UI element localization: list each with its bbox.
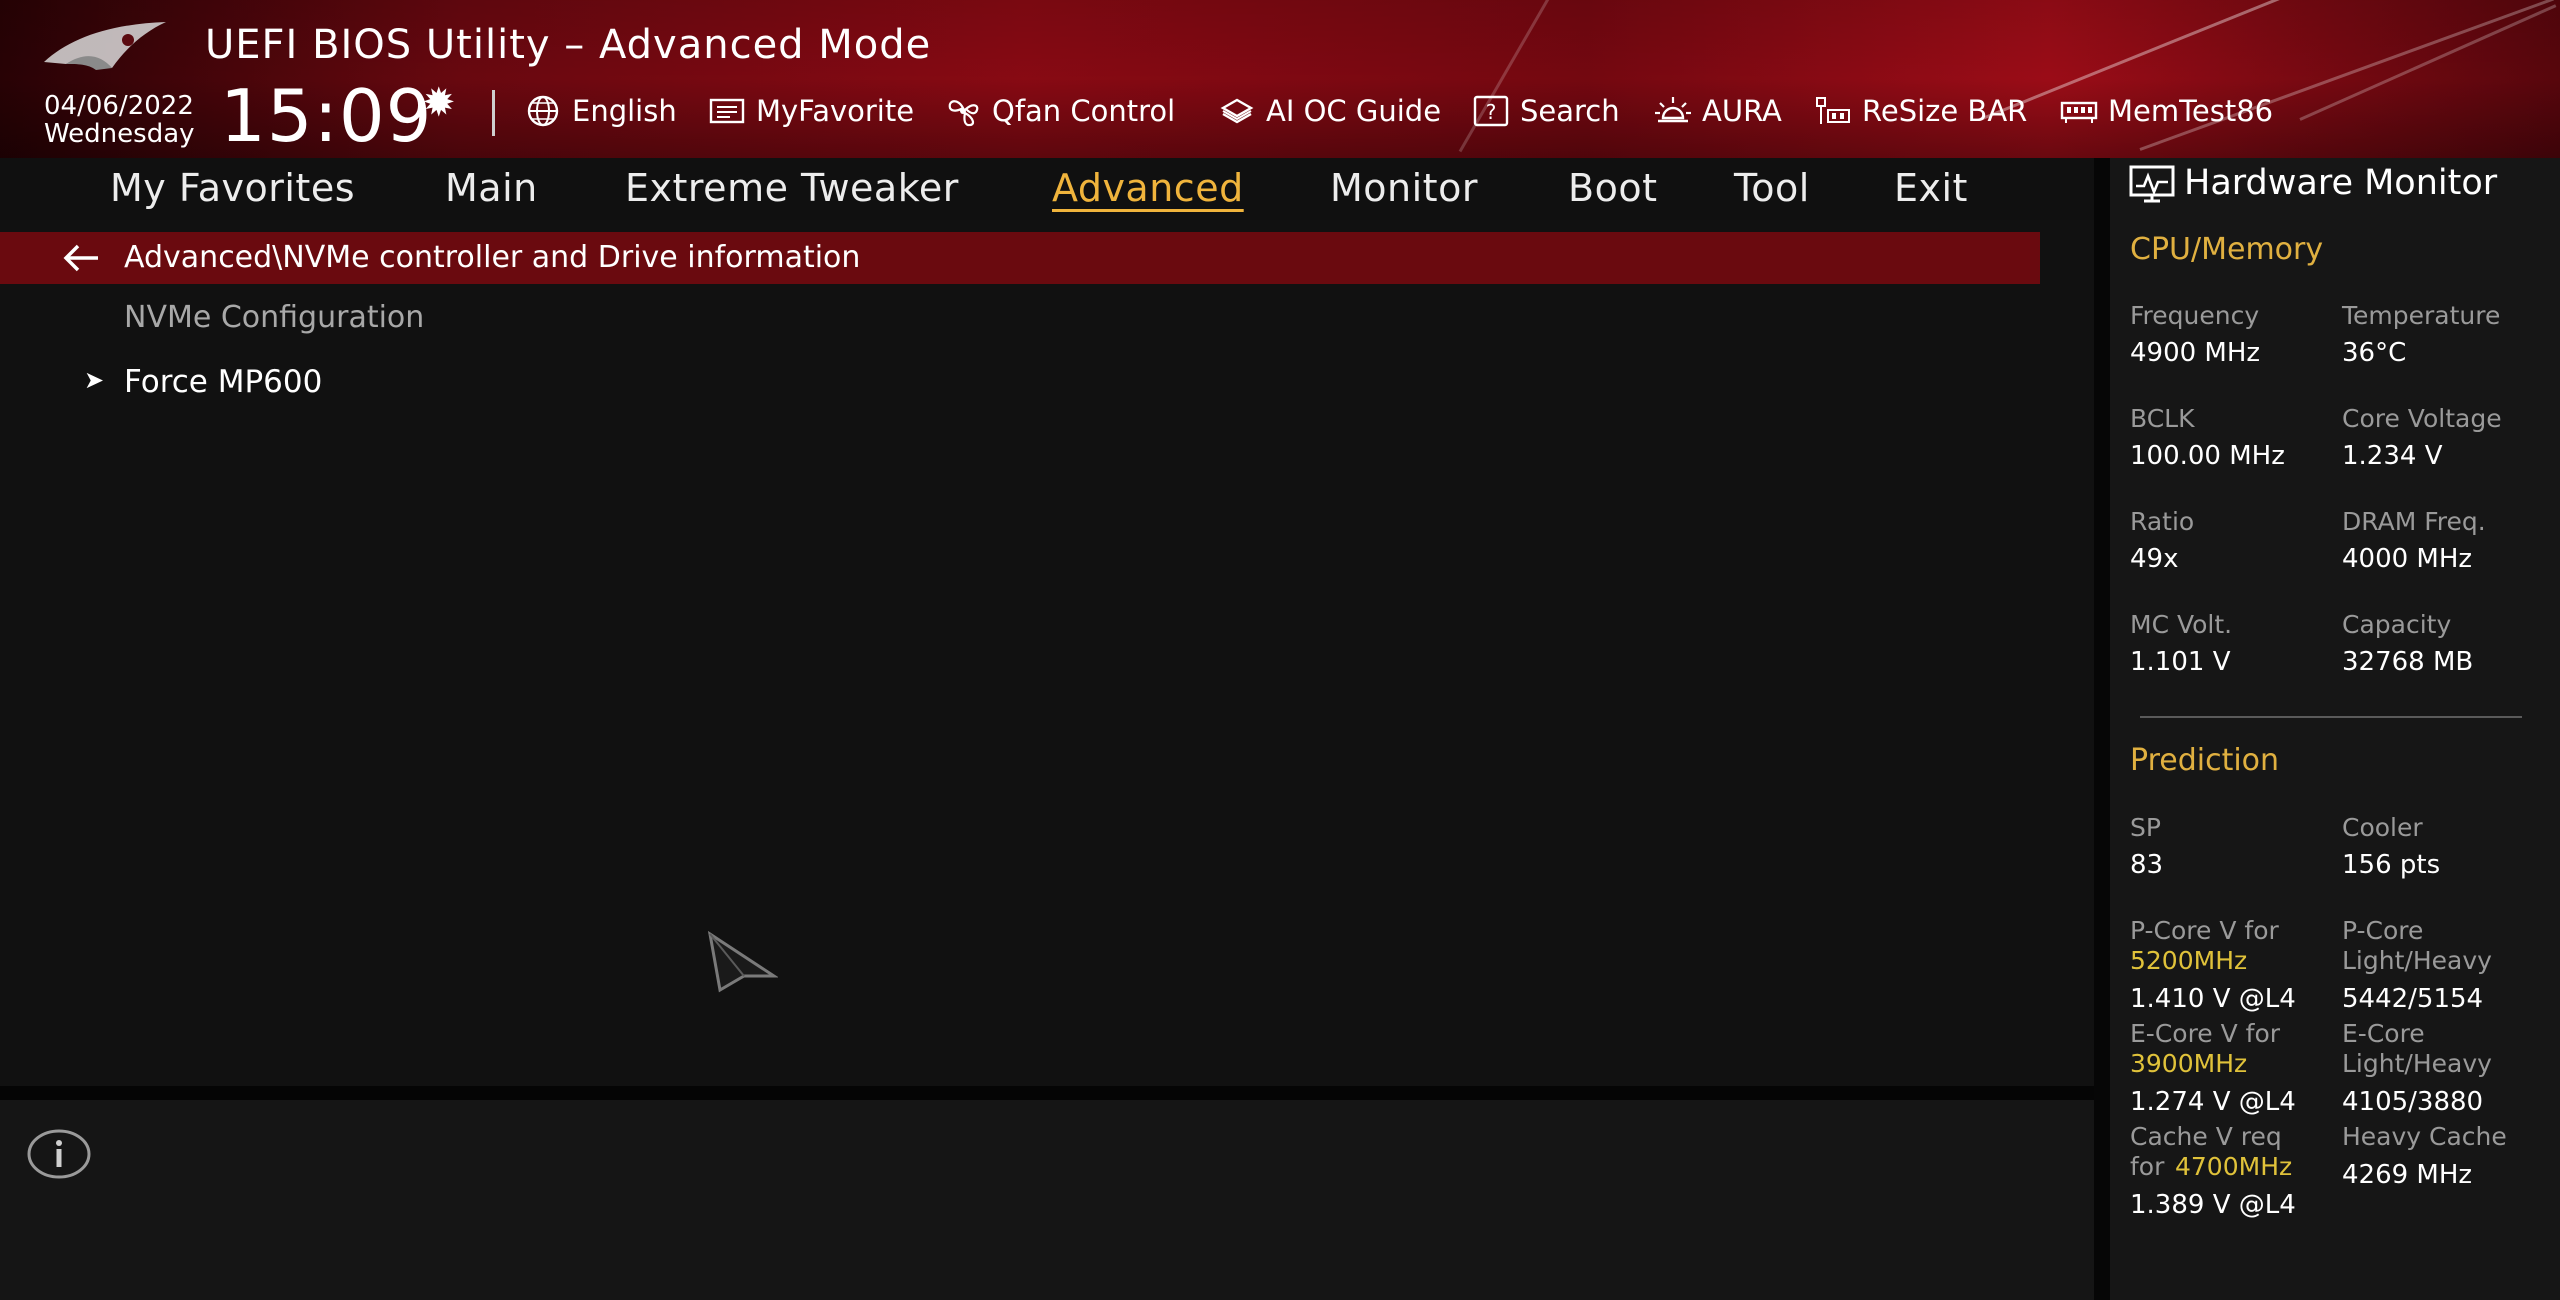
frequency-value: 4900 MHz [2130,338,2261,368]
cache-v-value: 1.389 V @L4 [2130,1190,2296,1220]
language-label: English [572,94,677,128]
svg-text:?: ? [1486,100,1497,124]
sp-label: SP [2130,813,2161,842]
aura-label: AURA [1702,94,1782,128]
clock-settings-gear-icon[interactable]: ✹ [422,80,456,126]
submenu-arrow-icon: ➤ [84,366,105,394]
cooler-value: 156 pts [2342,850,2441,880]
ai-oc-guide-label: AI OC Guide [1266,94,1442,128]
search-label: Search [1520,94,1620,128]
heavy-cache-value: 4269 MHz [2342,1160,2473,1190]
ecore-light-heavy-label-2: Light/Heavy [2342,1049,2492,1078]
app-title: UEFI BIOS Utility – Advanced Mode [205,22,932,68]
cpu-memory-heading: CPU/Memory [2130,232,2324,267]
memtest86-label: MemTest86 [2108,94,2274,128]
ecore-light-heavy-label: E-Core [2342,1019,2425,1048]
dram-freq-value: 4000 MHz [2342,544,2473,574]
temperature-value: 36°C [2342,338,2407,368]
bclk-value: 100.00 MHz [2130,441,2285,471]
tab-main[interactable]: Main [445,160,538,216]
hardware-monitor-title: Hardware Monitor [2184,163,2498,203]
weekday-display: Wednesday [44,119,195,149]
pcore-v-label: P-Core V for [2130,916,2279,945]
tab-tool[interactable]: Tool [1734,160,1810,216]
resize-bar-button[interactable]: ReSize BAR [1814,88,2027,134]
aura-button[interactable]: AURA [1654,88,1782,134]
globe-icon [527,95,559,127]
submenu-item-force-mp600[interactable]: Force MP600 [124,362,322,402]
monitor-divider [2140,716,2522,718]
ratio-value: 49x [2130,544,2179,574]
frequency-label: Frequency [2130,301,2260,330]
memtest86-button[interactable]: MemTest86 [2060,88,2273,134]
resize-bar-icon [1816,97,1850,124]
monitor-gap [2094,158,2110,1300]
myfavorite-label: MyFavorite [756,94,915,128]
help-panel [0,1100,2094,1300]
cache-freq-value: 4700MHz [2175,1152,2293,1181]
ai-chip-icon [1220,98,1254,124]
info-icon[interactable] [26,1128,92,1180]
mc-volt-label: MC Volt. [2130,610,2233,639]
heavy-cache-label: Heavy Cache [2342,1122,2507,1151]
monitor-icon [2129,165,2175,203]
tab-advanced[interactable]: Advanced [1052,160,1244,216]
breadcrumb: Advanced\NVMe controller and Drive infor… [124,240,861,275]
capacity-label: Capacity [2342,610,2452,639]
tab-extreme-tweaker[interactable]: Extreme Tweaker [625,160,959,216]
mouse-cursor-icon [707,930,778,993]
bclk-label: BCLK [2130,404,2195,433]
clock-display[interactable]: 15:09 [220,76,433,156]
capacity-value: 32768 MB [2342,647,2474,677]
tab-exit[interactable]: Exit [1894,160,1968,216]
fan-icon [948,100,979,127]
pcore-light-heavy-value: 5442/5154 [2342,984,2484,1014]
section-label-nvme-configuration: NVMe Configuration [124,300,425,335]
dram-freq-label: DRAM Freq. [2342,507,2486,536]
ecore-freq-value: 3900MHz [2130,1049,2248,1078]
prediction-heading: Prediction [2130,743,2280,778]
sp-value: 83 [2130,850,2164,880]
temperature-label: Temperature [2342,301,2501,330]
ecore-light-heavy-value: 4105/3880 [2342,1087,2484,1117]
tab-monitor[interactable]: Monitor [1330,160,1478,216]
language-button[interactable]: English [524,88,677,134]
qfan-control-label: Qfan Control [992,94,1176,128]
cache-v-label: Cache V req [2130,1122,2282,1151]
search-icon: ? [1473,95,1509,127]
ecore-v-label: E-Core V for [2130,1019,2281,1048]
ecore-v-value: 1.274 V @L4 [2130,1087,2296,1117]
pcore-light-heavy-label-2: Light/Heavy [2342,946,2492,975]
ai-oc-guide-button[interactable]: AI OC Guide [1218,88,1441,134]
date-display: 04/06/2022 [44,91,194,121]
pcore-v-value: 1.410 V @L4 [2130,984,2296,1014]
ratio-label: Ratio [2130,507,2195,536]
tab-boot[interactable]: Boot [1568,160,1657,216]
help-separator [0,1086,2094,1100]
favorite-icon [709,98,745,124]
cooler-label: Cooler [2342,813,2423,842]
mc-volt-value: 1.101 V [2130,647,2231,677]
header-divider [492,90,495,136]
memory-icon [2060,101,2098,123]
core-voltage-value: 1.234 V [2342,441,2443,471]
back-arrow-icon[interactable] [60,240,102,276]
rog-logo-icon [44,22,166,70]
aura-icon [1655,97,1691,123]
myfavorite-button[interactable]: MyFavorite [708,88,914,134]
resize-bar-label: ReSize BAR [1862,94,2028,128]
pcore-light-heavy-label: P-Core [2342,916,2424,945]
search-button[interactable]: ? Search [1472,88,1620,134]
cache-for-label: for [2130,1152,2165,1181]
qfan-control-button[interactable]: Qfan Control [944,88,1175,134]
pcore-freq-value: 5200MHz [2130,946,2248,975]
core-voltage-label: Core Voltage [2342,404,2502,433]
main-content-panel [0,220,2094,1086]
tab-my-favorites[interactable]: My Favorites [110,160,355,216]
